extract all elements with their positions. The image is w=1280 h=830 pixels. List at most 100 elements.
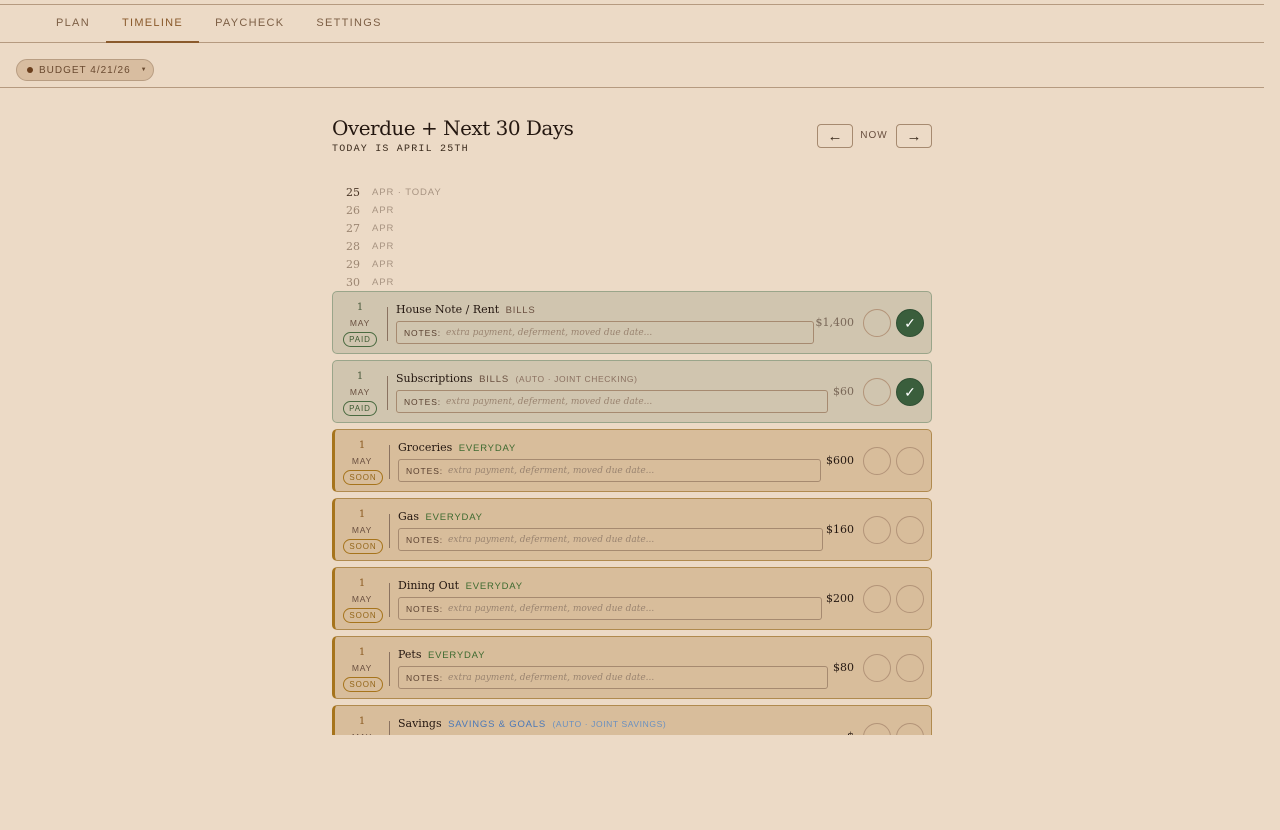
tab-paycheck[interactable]: PAYCHECK [199,5,300,43]
item-date: 1 MAY SOON [335,568,389,629]
check-icon: ✓ [904,383,916,400]
item-day: 1 [358,647,366,658]
day-label: APR [372,222,395,234]
item-month: MAY [349,387,371,397]
timeline-item: 1 MAY SOON Pets EVERYDAY NOTES: extra payment… [332,636,932,699]
item-day: 1 [358,440,366,451]
skip-toggle[interactable] [863,516,891,544]
item-category: EVERYDAY [425,512,483,523]
item-name: Gas [398,510,419,523]
day-label: APR [372,258,395,270]
day-number: 28 [346,239,360,253]
paid-toggle[interactable] [896,723,924,735]
item-date: 1 MAY PAID [333,361,387,422]
item-divider [389,445,390,479]
paid-toggle[interactable] [896,447,924,475]
tab-timeline[interactable]: TIMELINE [105,5,200,43]
now-button[interactable]: NOW [857,130,891,141]
item-category: BILLS [505,305,536,316]
day-row: 27 APR [332,219,394,237]
item-divider [389,652,390,686]
item-amount: $200 [826,592,854,605]
tab-settings[interactable]: SETTINGS [300,5,397,43]
status-badge: SOON [343,470,383,485]
timeline-item: 1 MAY SOON Groceries EVERYDAY NOTES: extra pa… [332,429,932,492]
next-button[interactable]: → [896,124,932,148]
item-month: MAY [351,594,373,604]
paid-toggle[interactable] [896,516,924,544]
item-name: Dining Out [398,579,460,592]
item-day: 1 [356,302,364,313]
budget-dot-icon [27,67,33,73]
notes-input[interactable]: NOTES: extra payment, deferment, moved du… [396,321,814,344]
page-subtitle: TODAY IS APRIL 25TH [332,144,469,155]
day-row: 28 APR [332,237,394,255]
item-date: 1 MAY PAID [333,292,387,353]
day-label: APR [372,276,395,288]
item-date: 1 MAY SOON [335,430,389,491]
item-divider [389,583,390,617]
notes-input[interactable]: NOTES: extra payment, deferment, moved du… [398,666,828,689]
notes-placeholder: extra payment, deferment, moved due date… [446,327,653,338]
skip-toggle[interactable] [863,378,891,406]
notes-placeholder: extra payment, deferment, moved due date… [448,672,655,683]
timeline-item: 1 MAY SOON Gas EVERYDAY NOTES: extra payment,… [332,498,932,561]
notes-label: NOTES: [404,327,442,338]
notes-input[interactable]: NOTES: extra payment, deferment, moved du… [398,597,822,620]
skip-toggle[interactable] [863,723,891,735]
page-title: Overdue + Next 30 Days [332,116,574,140]
status-badge: SOON [343,539,383,554]
status-badge: PAID [343,401,377,416]
skip-toggle[interactable] [863,654,891,682]
status-badge: PAID [343,332,377,347]
timeline-item: 1 MAY PAID House Note / Rent BILLS NOTES: ext… [332,291,932,354]
day-number: 25 [346,185,360,199]
item-day: 1 [358,509,366,520]
item-divider [387,307,388,341]
day-label: APR [372,240,395,252]
main-nav: PLAN TIMELINE PAYCHECK SETTINGS [0,5,1264,43]
day-number: 30 [346,275,360,289]
item-account: (AUTO · JOINT CHECKING) [515,374,638,384]
notes-placeholder: extra payment, deferment, moved due date… [448,534,655,545]
paid-toggle[interactable]: ✓ [896,378,924,406]
notes-input[interactable]: NOTES: extra payment, deferment, moved du… [398,528,823,551]
item-amount: $160 [826,523,854,536]
notes-input[interactable]: NOTES: extra payment, deferment, moved du… [396,390,828,413]
skip-toggle[interactable] [863,447,891,475]
day-number: 27 [346,221,360,235]
day-number: 26 [346,203,360,217]
budget-bar: BUDGET 4/21/26 ▼ [0,43,1264,88]
item-divider [389,721,390,735]
item-category: SAVINGS & GOALS [448,719,546,730]
item-month: MAY [351,663,373,673]
notes-label: NOTES: [406,672,444,683]
paid-toggle[interactable] [896,654,924,682]
status-badge: SOON [343,608,383,623]
notes-input[interactable]: NOTES: extra payment, deferment, moved du… [398,459,821,482]
timeline-item: 1 MAY PAID Subscriptions BILLS (AUTO · JOIN… [332,360,932,423]
prev-button[interactable]: ← [817,124,853,148]
item-date: 1 MAY SOON [335,637,389,698]
item-title: Subscriptions BILLS (AUTO · JOINT CHECKI… [396,372,638,385]
item-title: Groceries EVERYDAY [398,441,516,454]
item-account: (AUTO · JOINT SAVINGS) [552,719,667,729]
item-title: House Note / Rent BILLS [396,303,536,316]
item-day: 1 [358,716,366,727]
item-title: Pets EVERYDAY [398,648,485,661]
timeline-list[interactable]: 1 MAY PAID House Note / Rent BILLS NOTES: ext… [332,291,932,735]
skip-toggle[interactable] [863,309,891,337]
tab-plan[interactable]: PLAN [40,5,106,43]
day-number: 29 [346,257,360,271]
paid-toggle[interactable]: ✓ [896,309,924,337]
notes-placeholder: extra payment, deferment, moved due date… [446,396,653,407]
item-name: House Note / Rent [396,303,500,316]
item-category: BILLS [479,374,509,385]
day-row: 25 APR · TODAY [332,183,442,201]
item-day: 1 [356,371,364,382]
notes-placeholder: extra payment, deferment, moved due date… [448,603,655,614]
skip-toggle[interactable] [863,585,891,613]
notes-label: NOTES: [404,396,442,407]
budget-selector[interactable]: BUDGET 4/21/26 ▼ [16,59,154,81]
paid-toggle[interactable] [896,585,924,613]
